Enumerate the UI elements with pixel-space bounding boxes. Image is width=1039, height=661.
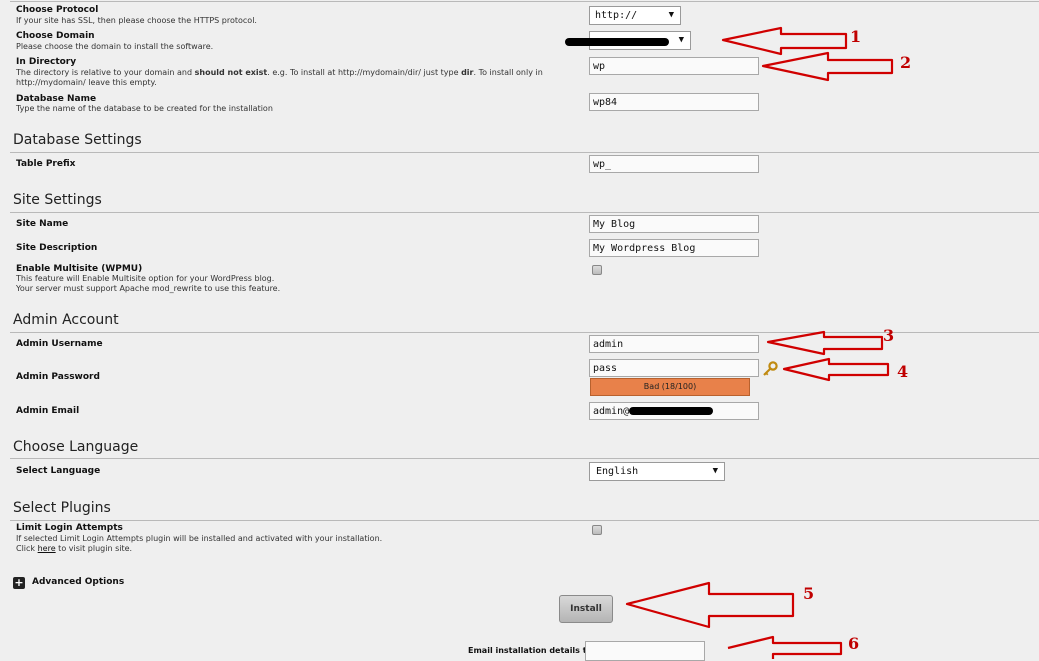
annotation-number-5: 5 (803, 584, 815, 603)
annotation-number-6: 6 (848, 634, 860, 653)
annotation-number-1: 1 (850, 27, 862, 46)
annotation-number-2: 2 (900, 53, 912, 72)
annotation-arrow-5 (625, 581, 795, 629)
annotation-arrow-3 (766, 330, 884, 356)
annotation-arrow-6 (727, 635, 843, 659)
annotation-number-4: 4 (897, 362, 909, 381)
annotation-arrow-2 (761, 51, 894, 82)
annotation-number-3: 3 (883, 326, 895, 345)
annotation-arrow-4 (782, 357, 890, 382)
annotation-arrow-1 (721, 26, 848, 56)
